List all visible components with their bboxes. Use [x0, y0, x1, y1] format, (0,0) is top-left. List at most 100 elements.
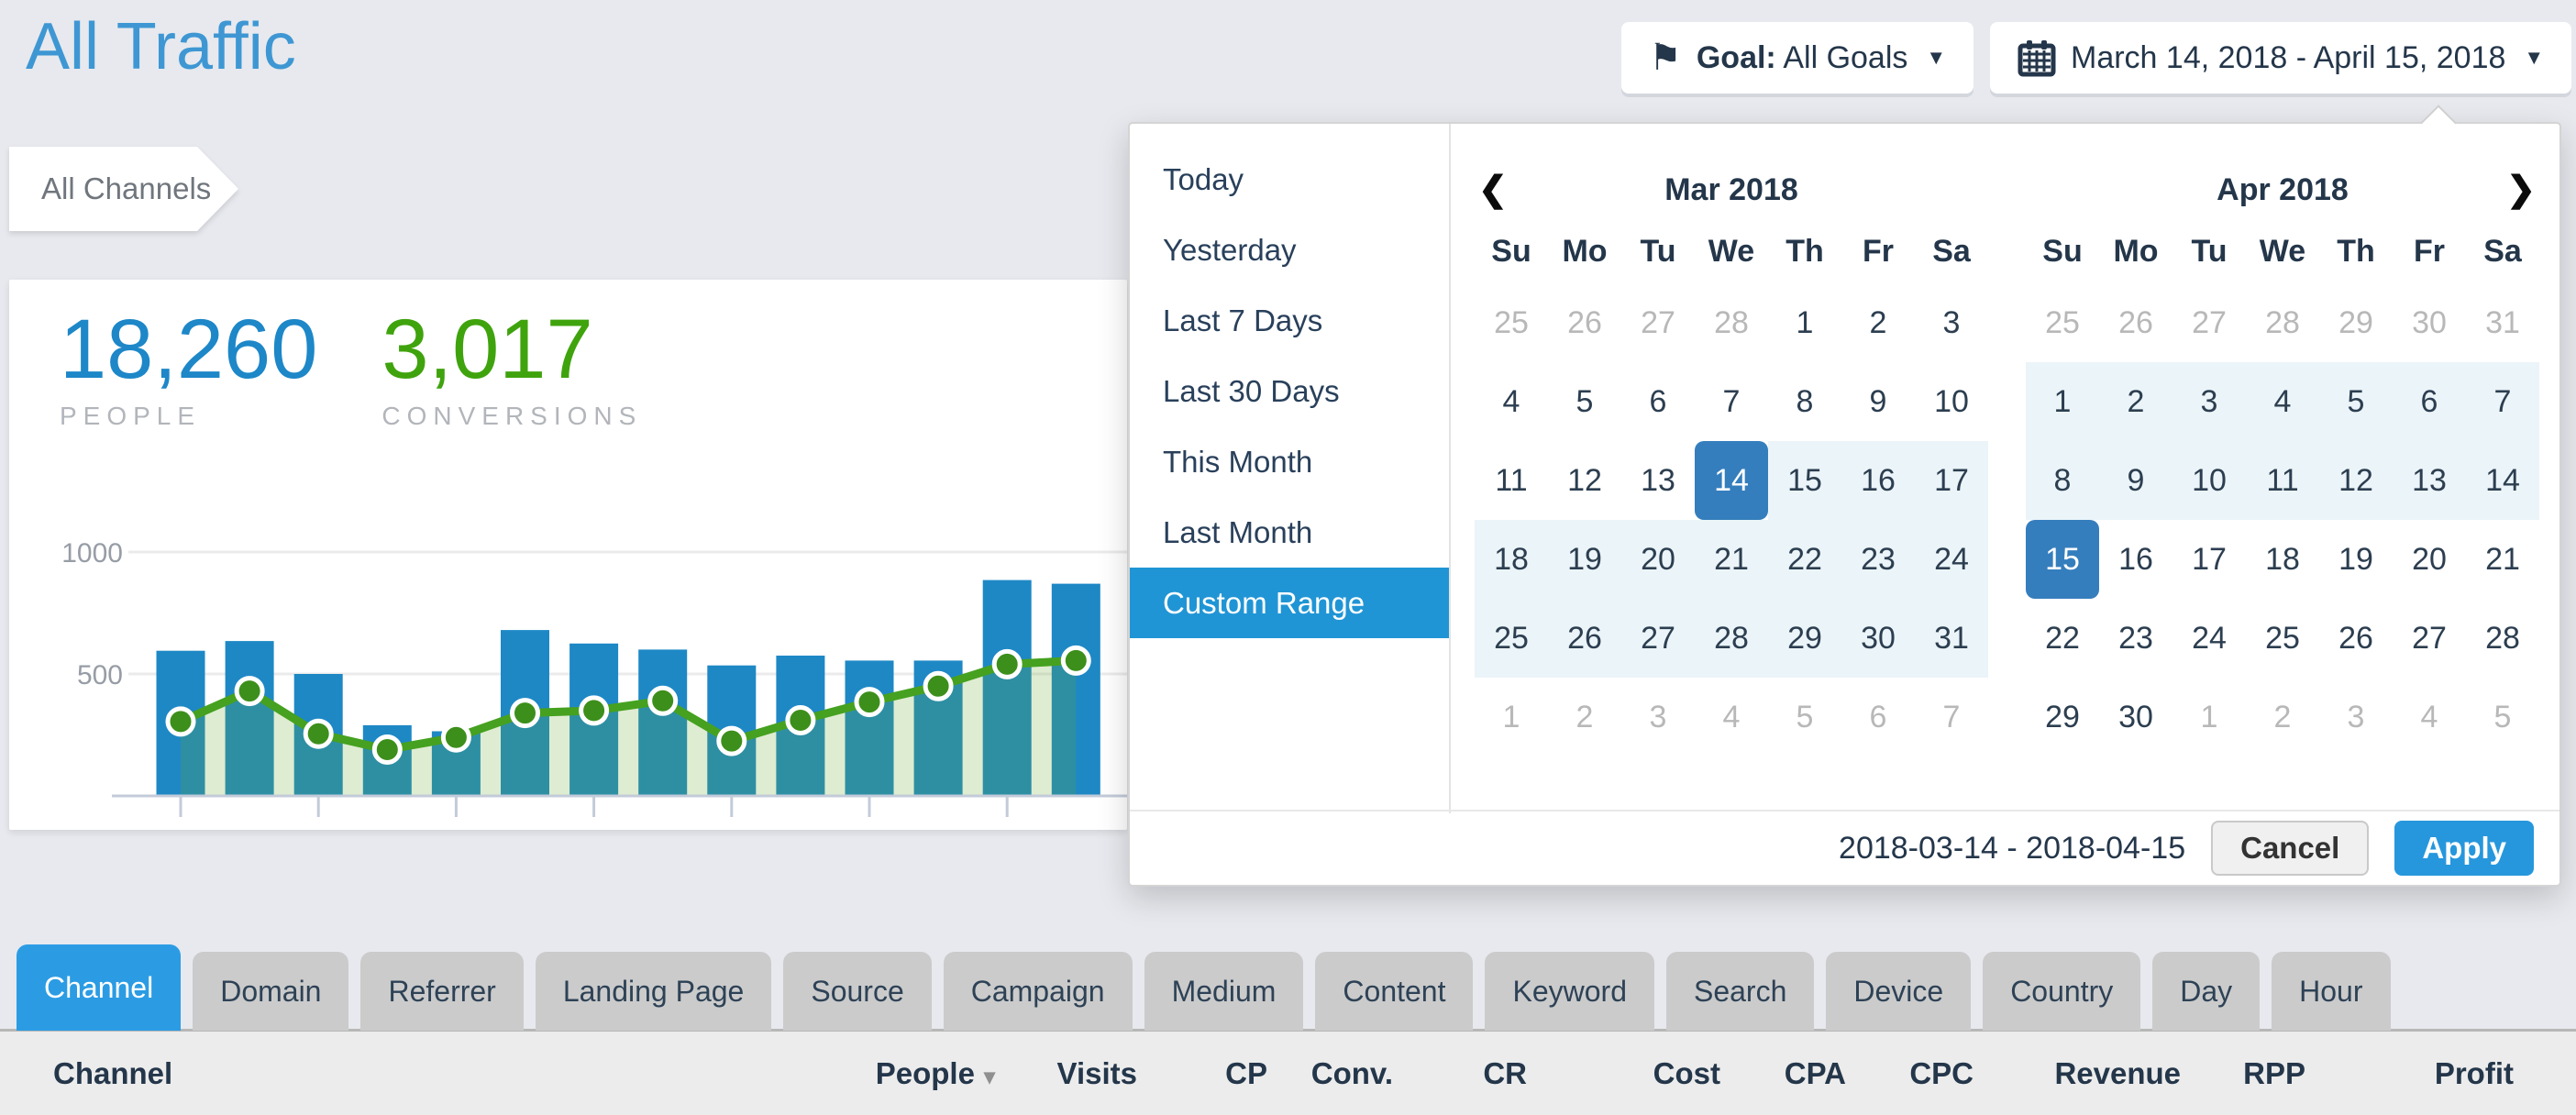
- calendar-day[interactable]: 19: [1548, 520, 1621, 599]
- tab-campaign[interactable]: Campaign: [944, 952, 1133, 1031]
- column-header-profit[interactable]: Profit: [2435, 1056, 2514, 1090]
- calendar-day[interactable]: 29: [2026, 678, 2099, 756]
- preset-today[interactable]: Today: [1130, 144, 1449, 215]
- calendar-day[interactable]: 28: [2466, 599, 2539, 678]
- preset-yesterday[interactable]: Yesterday: [1130, 215, 1449, 285]
- calendar-day[interactable]: 6: [1621, 362, 1695, 441]
- calendar-day[interactable]: 13: [2393, 441, 2466, 520]
- calendar-day[interactable]: 6: [1841, 678, 1915, 756]
- calendar-day[interactable]: 20: [2393, 520, 2466, 599]
- calendar-day[interactable]: 1: [2026, 362, 2099, 441]
- calendar-day[interactable]: 18: [2246, 520, 2319, 599]
- calendar-day[interactable]: 3: [2319, 678, 2393, 756]
- column-header-rpp[interactable]: RPP: [2243, 1056, 2305, 1090]
- tab-device[interactable]: Device: [1826, 952, 1971, 1031]
- calendar-day[interactable]: 16: [1841, 441, 1915, 520]
- calendar-day[interactable]: 30: [2393, 283, 2466, 362]
- column-header-conv-[interactable]: Conv.: [1311, 1056, 1393, 1090]
- calendar-day[interactable]: 4: [2246, 362, 2319, 441]
- preset-this-month[interactable]: This Month: [1130, 426, 1449, 497]
- date-range-button[interactable]: March 14, 2018 - April 15, 2018 ▼: [1990, 22, 2571, 94]
- tab-content[interactable]: Content: [1315, 952, 1473, 1031]
- tab-day[interactable]: Day: [2152, 952, 2260, 1031]
- calendar-day[interactable]: 5: [1768, 678, 1841, 756]
- calendar-day[interactable]: 31: [1915, 599, 1988, 678]
- calendar-day[interactable]: 1: [1768, 283, 1841, 362]
- column-header-cp[interactable]: CP: [1225, 1056, 1267, 1090]
- column-header-revenue[interactable]: Revenue: [2054, 1056, 2181, 1090]
- calendar-day[interactable]: 14: [2466, 441, 2539, 520]
- next-month-arrow-icon[interactable]: ❯: [2506, 160, 2536, 219]
- calendar-day[interactable]: 15: [1768, 441, 1841, 520]
- column-revenue[interactable]: Revenue: [1973, 1056, 2181, 1091]
- column-cost[interactable]: Cost: [1527, 1056, 1720, 1091]
- column-visits[interactable]: Visits: [995, 1056, 1137, 1091]
- preset-last-30-days[interactable]: Last 30 Days: [1130, 356, 1449, 426]
- column-cr[interactable]: CR: [1393, 1056, 1527, 1091]
- calendar-day[interactable]: 10: [1915, 362, 1988, 441]
- column-header-cpc[interactable]: CPC: [1909, 1056, 1973, 1090]
- calendar-day[interactable]: 24: [2172, 599, 2246, 678]
- tab-landing-page[interactable]: Landing Page: [536, 952, 772, 1031]
- calendar-day[interactable]: 11: [2246, 441, 2319, 520]
- calendar-day[interactable]: 17: [1915, 441, 1988, 520]
- calendar-day[interactable]: 5: [1548, 362, 1621, 441]
- calendar-day[interactable]: 27: [1621, 599, 1695, 678]
- tab-keyword[interactable]: Keyword: [1485, 952, 1654, 1031]
- calendar-day[interactable]: 28: [1695, 599, 1768, 678]
- calendar-day[interactable]: 10: [2172, 441, 2246, 520]
- calendar-day[interactable]: 4: [1695, 678, 1768, 756]
- calendar-day[interactable]: 26: [1548, 283, 1621, 362]
- calendar-day[interactable]: 25: [2246, 599, 2319, 678]
- cancel-button[interactable]: Cancel: [2211, 821, 2369, 876]
- column-header-cpa[interactable]: CPA: [1785, 1056, 1846, 1090]
- calendar-day[interactable]: 6: [2393, 362, 2466, 441]
- tab-referrer[interactable]: Referrer: [360, 952, 523, 1031]
- column-people[interactable]: People▾: [857, 1056, 995, 1091]
- preset-last-month[interactable]: Last Month: [1130, 497, 1449, 568]
- calendar-day[interactable]: 31: [2466, 283, 2539, 362]
- column-cp[interactable]: CP: [1137, 1056, 1267, 1091]
- preset-last-7-days[interactable]: Last 7 Days: [1130, 285, 1449, 356]
- calendar-day[interactable]: 4: [2393, 678, 2466, 756]
- calendar-day[interactable]: 7: [2466, 362, 2539, 441]
- calendar-day[interactable]: 2: [2099, 362, 2172, 441]
- calendar-day[interactable]: 28: [2246, 283, 2319, 362]
- calendar-day[interactable]: 1: [2172, 678, 2246, 756]
- calendar-day[interactable]: 21: [1695, 520, 1768, 599]
- calendar-day[interactable]: 2: [1841, 283, 1915, 362]
- calendar-day[interactable]: 2: [2246, 678, 2319, 756]
- calendar-day[interactable]: 7: [1695, 362, 1768, 441]
- calendar-day[interactable]: 28: [1695, 283, 1768, 362]
- calendar-day[interactable]: 3: [1621, 678, 1695, 756]
- calendar-day[interactable]: 18: [1475, 520, 1548, 599]
- goal-dropdown-button[interactable]: ⚑ Goal: All Goals ▼: [1621, 22, 1973, 94]
- calendar-day[interactable]: 12: [1548, 441, 1621, 520]
- tab-country[interactable]: Country: [1983, 952, 2140, 1031]
- column-rpp[interactable]: RPP: [2181, 1056, 2305, 1091]
- column-header-cr[interactable]: CR: [1483, 1056, 1527, 1090]
- column-profit[interactable]: Profit: [2305, 1056, 2514, 1091]
- column-cpc[interactable]: CPC: [1846, 1056, 1973, 1091]
- column-channel[interactable]: Channel: [0, 1056, 857, 1091]
- calendar-day[interactable]: 17: [2172, 520, 2246, 599]
- calendar-day[interactable]: 26: [2319, 599, 2393, 678]
- calendar-day[interactable]: 13: [1621, 441, 1695, 520]
- calendar-day[interactable]: 9: [1841, 362, 1915, 441]
- calendar-day[interactable]: 2: [1548, 678, 1621, 756]
- calendar-day[interactable]: 27: [2172, 283, 2246, 362]
- calendar-day[interactable]: 8: [1768, 362, 1841, 441]
- calendar-day[interactable]: 19: [2319, 520, 2393, 599]
- calendar-day[interactable]: 30: [1841, 599, 1915, 678]
- column-header-channel[interactable]: Channel: [53, 1056, 172, 1090]
- column-header-visits[interactable]: Visits: [1057, 1056, 1137, 1090]
- tab-channel[interactable]: Channel: [17, 944, 181, 1031]
- calendar-day[interactable]: 11: [1475, 441, 1548, 520]
- prev-month-arrow-icon[interactable]: ❮: [1478, 160, 1508, 219]
- preset-custom-range[interactable]: Custom Range: [1130, 568, 1449, 638]
- column-cpa[interactable]: CPA: [1720, 1056, 1846, 1091]
- column-header-cost[interactable]: Cost: [1653, 1056, 1720, 1090]
- calendar-day[interactable]: 4: [1475, 362, 1548, 441]
- calendar-day[interactable]: 26: [2099, 283, 2172, 362]
- calendar-day[interactable]: 5: [2319, 362, 2393, 441]
